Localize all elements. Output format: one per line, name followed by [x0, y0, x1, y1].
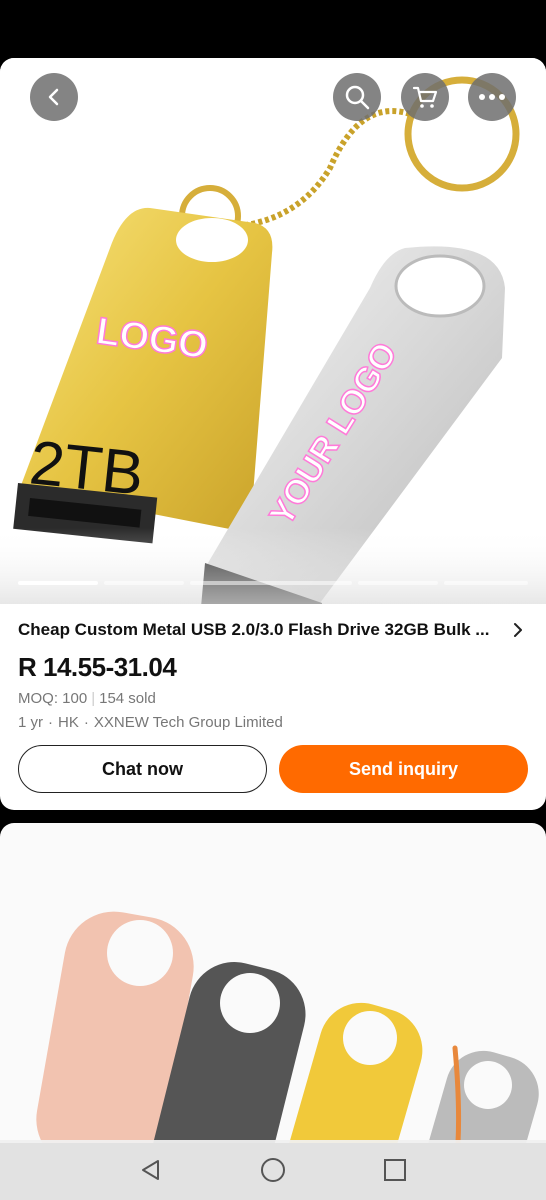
send-inquiry-button[interactable]: Send inquiry	[279, 745, 528, 793]
moq-line: MOQ: 100 | 154 sold	[18, 690, 156, 707]
gallery-indicator-4	[358, 581, 438, 585]
supplier-line[interactable]: 1 yr · HK · XXNEW Tech Group Limited	[18, 714, 283, 731]
product-card: LOGO 2TB YOUR LOGO Cheap Custom Metal US…	[0, 58, 546, 810]
system-nav-bar	[0, 1140, 546, 1200]
chevron-right-icon	[514, 623, 522, 637]
moq: MOQ: 100	[18, 690, 88, 707]
cart-icon	[412, 86, 438, 108]
gold-usb-drive: LOGO 2TB	[13, 207, 273, 544]
usb-drive-illustration: LOGO 2TB YOUR LOGO	[0, 76, 546, 604]
second-product-card[interactable]	[0, 823, 546, 1143]
product-title: Cheap Custom Metal USB 2.0/3.0 Flash Dri…	[18, 620, 490, 639]
gallery-indicator-5	[444, 581, 528, 585]
divider: |	[91, 690, 96, 707]
dot-separator: ·	[83, 714, 89, 731]
gallery-indicator-1	[18, 581, 98, 585]
back-icon	[48, 88, 59, 106]
more-icon	[479, 94, 505, 100]
silver-usb-drive-small	[411, 1050, 539, 1143]
cart-button[interactable]	[401, 73, 449, 121]
supplier-years: 1 yr	[18, 714, 44, 731]
search-button[interactable]	[333, 73, 381, 121]
supplier-region: HK	[58, 714, 79, 731]
capacity-print: 2TB	[27, 428, 147, 509]
nav-back-icon[interactable]	[138, 1157, 164, 1183]
nav-home-icon[interactable]	[260, 1157, 286, 1183]
price: R 14.55-31.04	[18, 652, 177, 682]
product-image[interactable]: LOGO 2TB YOUR LOGO	[0, 58, 546, 604]
dot-separator: ·	[48, 714, 54, 731]
more-button[interactable]	[468, 73, 516, 121]
search-icon	[345, 85, 370, 110]
chat-now-button[interactable]: Chat now	[18, 745, 267, 793]
status-bar	[0, 0, 546, 58]
usb-drives-colors-image	[36, 911, 539, 1143]
back-button[interactable]	[30, 73, 78, 121]
sold-count: 154 sold	[99, 690, 156, 707]
gallery-indicator-2	[104, 581, 184, 585]
gallery-indicator-3	[190, 581, 352, 585]
product-title-row[interactable]: Cheap Custom Metal USB 2.0/3.0 Flash Dri…	[18, 618, 528, 642]
nav-recents-icon[interactable]	[382, 1157, 408, 1183]
supplier-name: XXNEW Tech Group Limited	[93, 714, 283, 731]
